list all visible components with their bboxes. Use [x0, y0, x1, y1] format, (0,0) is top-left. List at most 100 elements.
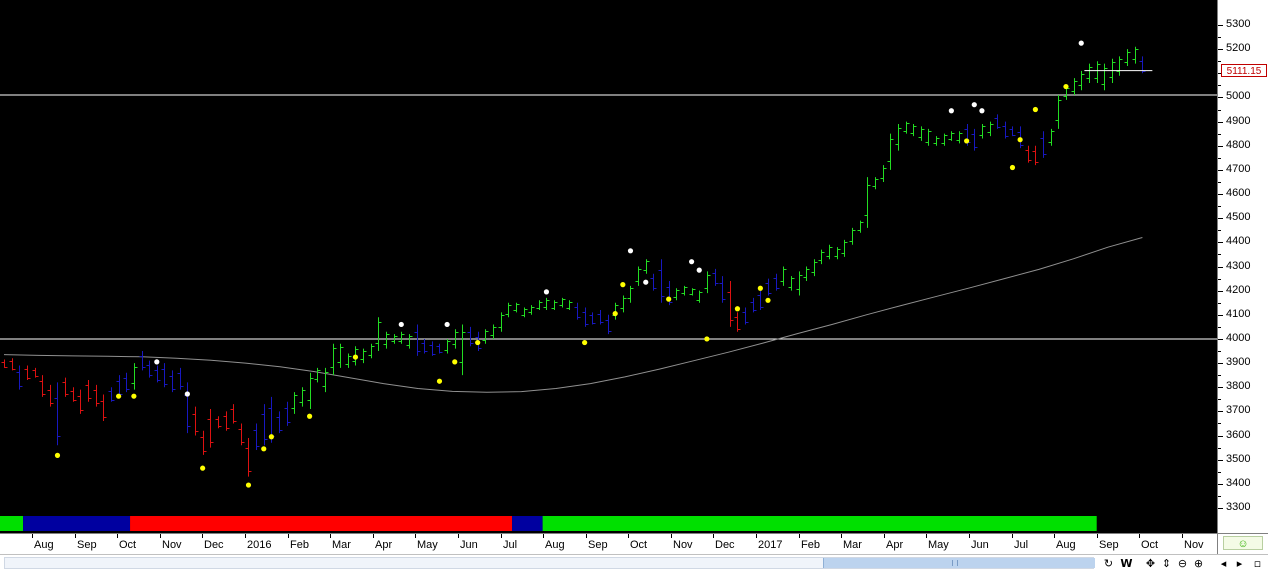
zoom-out-icon[interactable]: ⊖: [1175, 556, 1190, 571]
time-axis[interactable]: Aug Sep Oct Nov Dec 2016 Feb Mar Apr May Jun Jul Aug…: [0, 533, 1217, 554]
sar-dot: [612, 310, 618, 317]
price-minor-tick: [1218, 134, 1221, 135]
price-bar: [521, 307, 528, 318]
price-tick-label: 4600: [1226, 187, 1251, 199]
price-tick-label: 3600: [1226, 429, 1251, 441]
price-tick-label: 4400: [1226, 235, 1251, 247]
price-bar: [971, 128, 978, 151]
sar-dot: [1032, 106, 1038, 113]
price-minor-tick: [1218, 279, 1221, 280]
price-tick-label: 4200: [1226, 284, 1251, 296]
price-bar: [406, 334, 413, 349]
price-bar: [337, 343, 344, 368]
sar-dot: [689, 259, 695, 265]
sar-dot: [620, 282, 626, 288]
price-minor-tick: [1218, 37, 1221, 38]
price-minor-tick: [1218, 436, 1221, 437]
scrollbar-thumb[interactable]: [823, 558, 1095, 568]
price-axis[interactable]: 3300 3400 3500 3600 3700 3800 3900 4000 4100 4200…: [1217, 0, 1268, 533]
scroll-left-icon[interactable]: ◂: [1216, 556, 1231, 571]
time-tick-mark: [373, 534, 374, 538]
time-tick-mark: [330, 534, 331, 538]
price-bar: [689, 288, 696, 296]
time-tick-mark: [884, 534, 885, 538]
price-bar: [16, 365, 23, 390]
price-bar: [918, 126, 925, 141]
price-bar: [192, 406, 199, 436]
price-bar: [32, 367, 39, 378]
w-icon[interactable]: W: [1119, 556, 1134, 571]
price-bar: [727, 280, 734, 327]
time-tick-label: May: [928, 539, 949, 551]
pan-icon[interactable]: ✥: [1143, 556, 1158, 571]
corner-settings-button[interactable]: ☺: [1223, 536, 1263, 550]
sar-dot: [643, 279, 649, 285]
horizontal-scrollbar[interactable]: [4, 557, 1095, 569]
price-bar: [223, 411, 230, 431]
price-bar: [131, 363, 138, 390]
sar-dot: [704, 336, 710, 342]
sar-dot: [154, 359, 160, 365]
sar-dot: [948, 108, 954, 114]
regime-segment: [23, 516, 131, 531]
price-bar: [161, 363, 168, 388]
sar-dot: [261, 446, 267, 452]
price-bar: [284, 401, 291, 426]
sar-dot: [543, 289, 550, 295]
price-bar: [1124, 49, 1131, 67]
price-tick-label: 4100: [1226, 308, 1251, 320]
price-bar: [146, 360, 153, 378]
scroll-right-icon[interactable]: ▸: [1232, 556, 1247, 571]
price-bar: [872, 177, 879, 190]
time-tick-mark: [586, 534, 587, 538]
time-tick-mark: [288, 534, 289, 538]
time-tick-mark: [671, 534, 672, 538]
price-minor-tick: [1218, 158, 1221, 159]
price-bar: [734, 312, 741, 332]
price-bar: [903, 121, 910, 134]
price-bar: [330, 343, 337, 376]
maximize-icon[interactable]: ▫: [1250, 556, 1265, 571]
price-bar: [139, 351, 146, 371]
time-tick-label: 2017: [758, 539, 783, 551]
price-tick-label: 3700: [1226, 404, 1251, 416]
price-bar: [658, 259, 665, 303]
price-minor-tick: [1218, 291, 1221, 292]
time-tick-label: Sep: [588, 539, 608, 551]
price-bar: [765, 278, 772, 296]
price-minor-tick: [1218, 363, 1221, 364]
price-bar: [93, 384, 100, 407]
price-bar: [1040, 131, 1047, 158]
price-minor-tick: [1218, 411, 1221, 412]
price-bar: [54, 382, 61, 446]
time-tick-mark: [799, 534, 800, 538]
price-bar: [116, 375, 123, 397]
price-minor-tick: [1218, 110, 1221, 111]
price-bar: [643, 259, 650, 274]
refresh-icon[interactable]: ↻: [1101, 556, 1116, 571]
time-tick-mark: [1139, 534, 1140, 538]
price-bar: [421, 338, 428, 354]
sar-dot: [116, 393, 122, 399]
time-tick-mark: [245, 534, 246, 538]
price-bar: [398, 331, 405, 344]
price-bar: [108, 387, 115, 402]
time-tick-mark: [117, 534, 118, 538]
price-minor-tick: [1218, 267, 1221, 268]
price-bar: [956, 131, 963, 144]
sar-dot: [979, 108, 985, 114]
time-tick-label: Nov: [673, 539, 693, 551]
sar-dot: [54, 452, 61, 458]
chart-area[interactable]: [0, 0, 1217, 533]
zoom-in-icon[interactable]: ⊕: [1191, 556, 1206, 571]
regime-segment: [130, 516, 513, 531]
price-bar: [880, 165, 887, 182]
price-tick-label: 5300: [1226, 18, 1251, 30]
price-chart[interactable]: [0, 0, 1217, 533]
price-bar: [314, 367, 321, 383]
price-bar: [818, 249, 825, 265]
price-bar: [673, 288, 680, 301]
scale-icon[interactable]: ⇕: [1159, 556, 1174, 571]
price-bar: [200, 430, 207, 455]
price-bar: [207, 408, 214, 448]
